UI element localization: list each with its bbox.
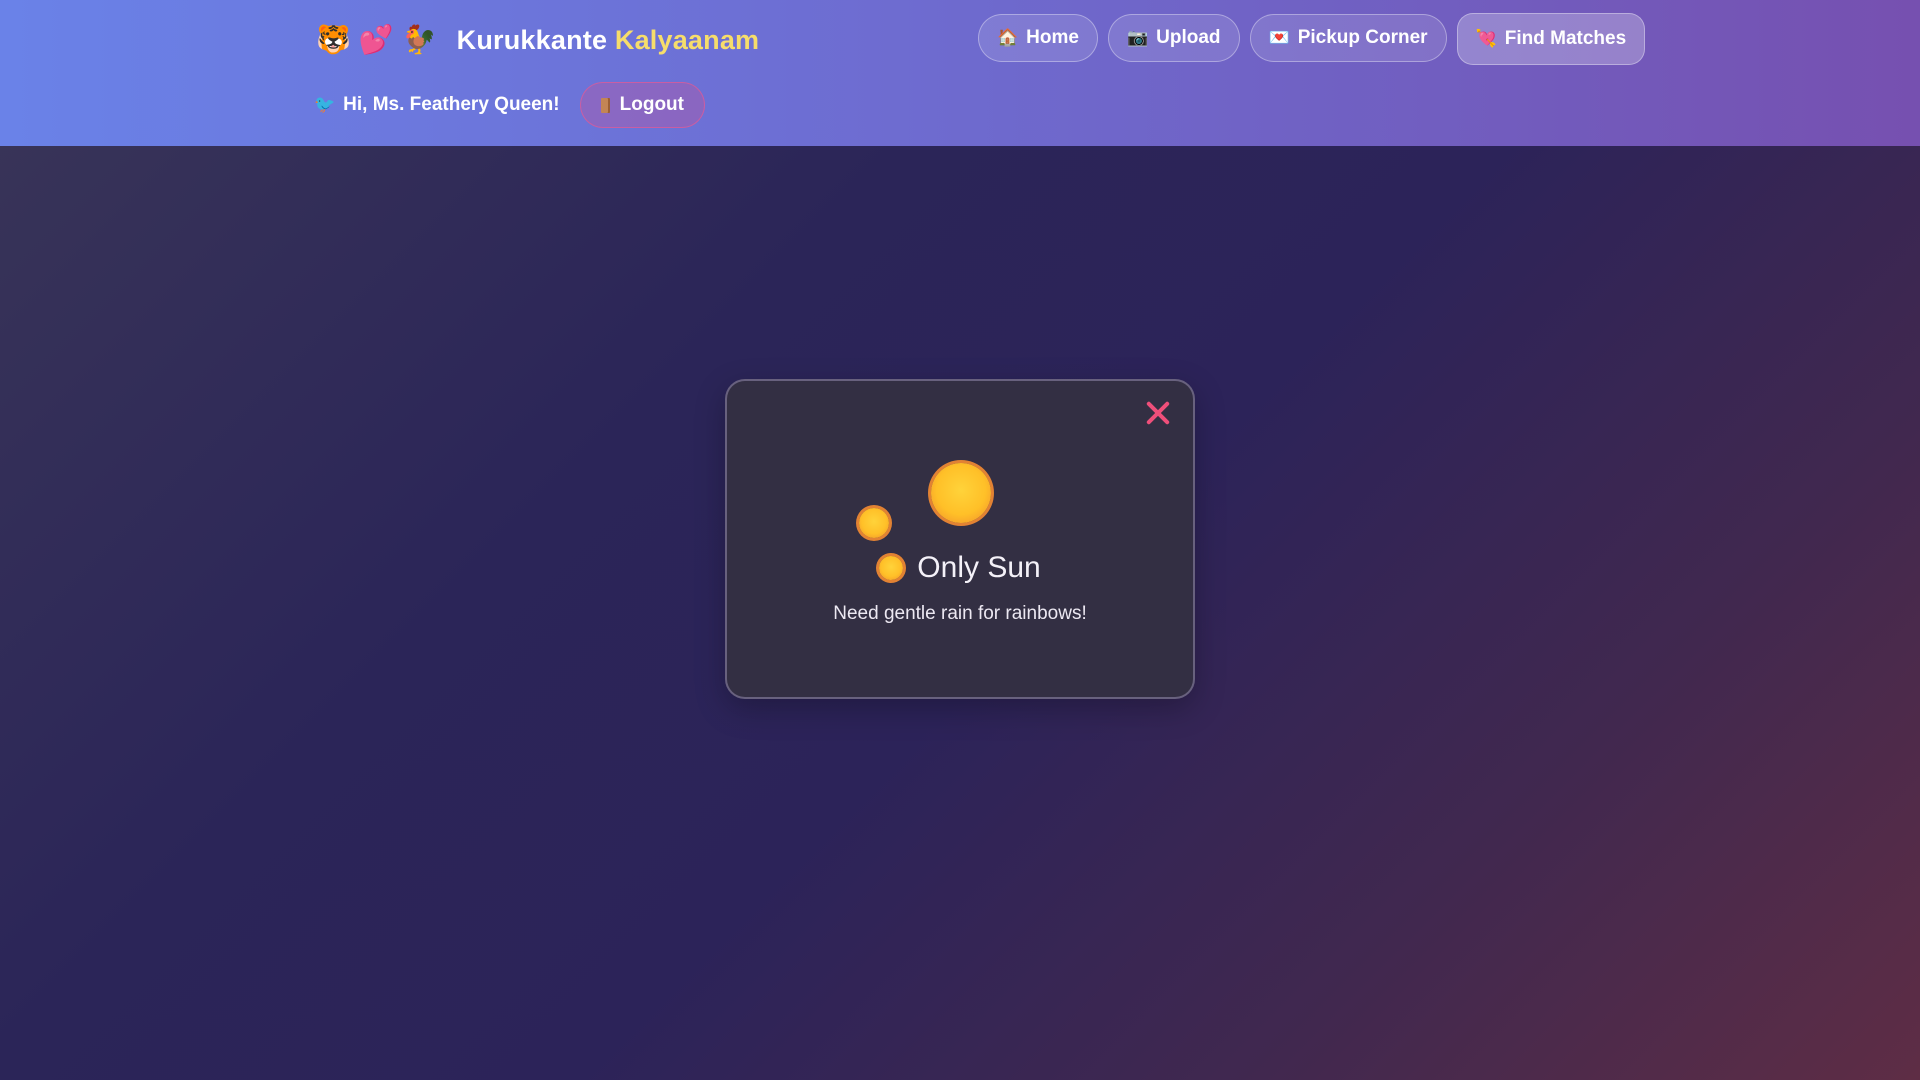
camera-icon: 📷: [1126, 28, 1149, 48]
logout-label: Logout: [619, 94, 684, 115]
nav-find-matches-button[interactable]: 💘 Find Matches: [1456, 13, 1646, 65]
nav-upload-button[interactable]: 📷 Upload: [1107, 14, 1240, 62]
brand-title: Kurukkante Kalyaanam: [457, 12, 760, 68]
brand[interactable]: 🐯 💕 🐓 Kurukkante Kalyaanam: [316, 12, 759, 68]
main-nav: 🏠 Home 📷 Upload 💌 Pickup Corner 💘 Find M…: [978, 13, 1646, 65]
nav-upload-label: Upload: [1156, 27, 1221, 48]
user-greeting: 🐦 Hi, Ms. Feathery Queen!: [314, 94, 560, 116]
love-letter-icon: 💌: [1268, 28, 1290, 48]
weather-result-modal: Only Sun Need gentle rain for rainbows!: [725, 379, 1195, 699]
two-hearts-icon: 💕: [358, 23, 394, 56]
nav-pickup-corner-button[interactable]: 💌 Pickup Corner: [1249, 14, 1447, 62]
top-header: 🐯 💕 🐓 Kurukkante Kalyaanam 🏠 Home 📷 Uplo…: [0, 0, 1920, 146]
bird-icon: 🐦: [314, 95, 336, 115]
user-bar: 🐦 Hi, Ms. Feathery Queen! Logout: [314, 82, 705, 128]
brand-title-first: Kurukkante: [456, 25, 608, 55]
nav-home-button[interactable]: 🏠 Home: [978, 14, 1098, 62]
close-icon[interactable]: [1143, 398, 1173, 428]
nav-pickup-corner-label: Pickup Corner: [1297, 27, 1428, 48]
nav-find-matches-label: Find Matches: [1504, 28, 1627, 49]
tiger-icon: 🐯: [316, 23, 351, 56]
greeting-text: Hi, Ms. Feathery Queen!: [343, 94, 560, 115]
modal-message: Need gentle rain for rainbows!: [833, 603, 1087, 624]
home-icon: 🏠: [997, 28, 1019, 48]
rooster-icon: 🐓: [401, 23, 437, 56]
sun-icon: [879, 556, 904, 580]
brand-title-second: Kalyaanam: [614, 25, 760, 55]
modal-title-row: Only Sun: [727, 551, 1193, 585]
sun-icon: [931, 463, 991, 523]
nav-home-label: Home: [1026, 27, 1079, 48]
door-icon: [600, 97, 610, 113]
logout-button[interactable]: Logout: [579, 82, 705, 128]
heart-arrow-icon: 💘: [1475, 29, 1497, 49]
sun-icon: [859, 508, 889, 538]
modal-title: Only Sun: [917, 551, 1041, 584]
